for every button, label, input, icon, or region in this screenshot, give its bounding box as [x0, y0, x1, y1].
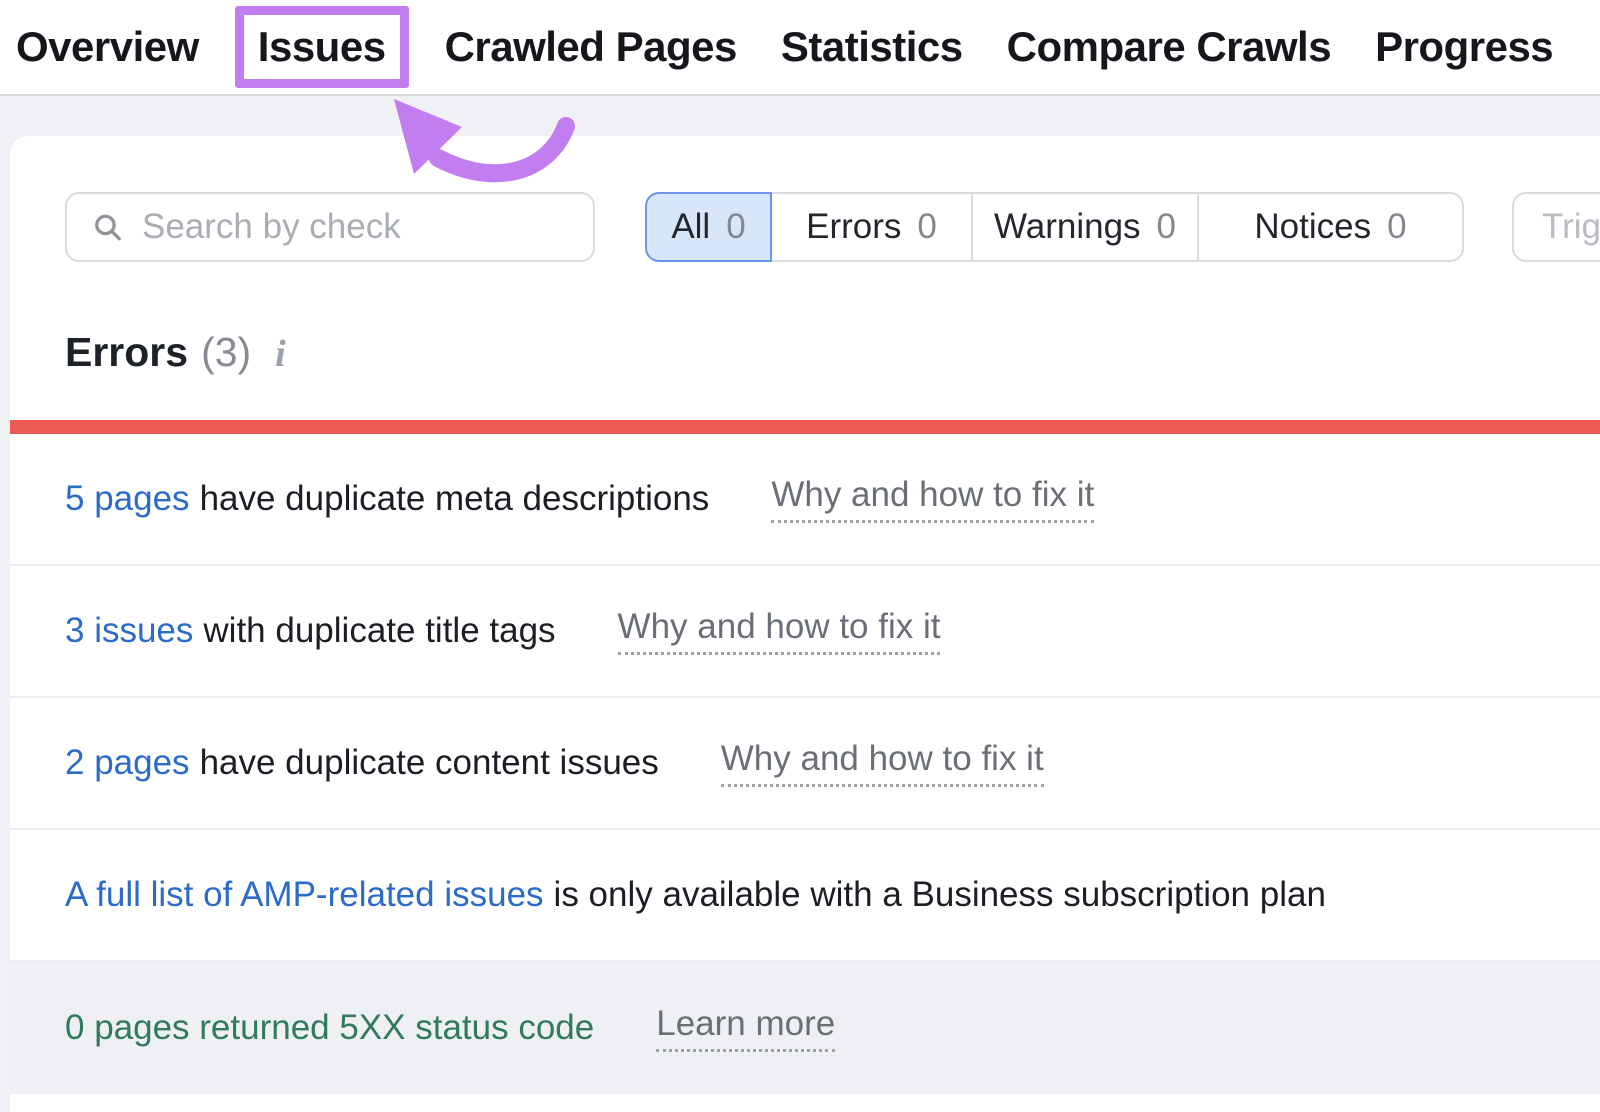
nav-item-progress[interactable]: Progress	[1375, 23, 1553, 71]
filter-segmented-control: All 0 Errors 0 Warnings 0 Notices 0	[645, 192, 1464, 262]
top-nav: Overview Issues Crawled Pages Statistics…	[0, 0, 1600, 96]
filter-errors[interactable]: Errors 0	[770, 192, 973, 262]
issue-description: have duplicate meta descriptions	[200, 479, 710, 519]
resolved-issue-link[interactable]: 0 pages returned 5XX status code	[65, 1008, 594, 1048]
nav-item-compare-crawls[interactable]: Compare Crawls	[1007, 23, 1331, 71]
search-box	[65, 192, 595, 262]
site-audit-issues-page: { "nav": { "items": [ { "label": "Overvi…	[0, 0, 1600, 1112]
why-how-fix-link[interactable]: Why and how to fix it	[721, 739, 1044, 787]
issue-pages-link[interactable]: 3 issues	[65, 611, 193, 651]
nav-item-issues[interactable]: Issues	[235, 6, 409, 88]
nav-item-statistics[interactable]: Statistics	[781, 23, 963, 71]
issues-list: 5 pages have duplicate meta descriptions…	[10, 434, 1600, 1094]
issue-description: with duplicate title tags	[203, 611, 555, 651]
triggers-button[interactable]: Trig	[1512, 192, 1600, 262]
issues-panel: All 0 Errors 0 Warnings 0 Notices 0 Trig…	[10, 136, 1600, 1112]
filter-all-count: 0	[726, 207, 745, 247]
amp-issues-link[interactable]: A full list of AMP-related issues	[65, 875, 544, 915]
filter-notices[interactable]: Notices 0	[1197, 192, 1464, 262]
issue-row-5xx-resolved: 0 pages returned 5XX status code Learn m…	[10, 962, 1600, 1094]
filter-all-label: All	[671, 207, 710, 247]
filter-notices-count: 0	[1387, 207, 1406, 247]
filter-errors-label: Errors	[806, 207, 901, 247]
error-severity-bar	[10, 420, 1600, 434]
learn-more-link[interactable]: Learn more	[656, 1004, 835, 1052]
issue-row-duplicate-titles: 3 issues with duplicate title tags Why a…	[10, 566, 1600, 698]
section-title: Errors	[65, 329, 188, 376]
filter-errors-count: 0	[917, 207, 936, 247]
why-how-fix-link[interactable]: Why and how to fix it	[771, 475, 1094, 523]
triggers-button-label: Trig	[1542, 207, 1600, 247]
errors-section-heading: Errors (3) i	[65, 329, 286, 376]
filter-all[interactable]: All 0	[645, 192, 772, 262]
filter-warnings-label: Warnings	[994, 207, 1141, 247]
why-how-fix-link[interactable]: Why and how to fix it	[618, 607, 941, 655]
filter-warnings[interactable]: Warnings 0	[971, 192, 1199, 262]
issue-pages-link[interactable]: 2 pages	[65, 743, 190, 783]
issue-pages-link[interactable]: 5 pages	[65, 479, 190, 519]
filter-warnings-count: 0	[1157, 207, 1176, 247]
nav-item-overview[interactable]: Overview	[16, 23, 199, 71]
search-icon	[91, 209, 124, 245]
nav-item-crawled-pages[interactable]: Crawled Pages	[445, 23, 737, 71]
issue-row-duplicate-meta: 5 pages have duplicate meta descriptions…	[10, 434, 1600, 566]
section-count: (3)	[201, 329, 251, 376]
filter-notices-label: Notices	[1254, 207, 1371, 247]
issue-row-duplicate-content: 2 pages have duplicate content issues Wh…	[10, 698, 1600, 830]
search-input[interactable]	[142, 194, 593, 260]
issue-description: is only available with a Business subscr…	[554, 875, 1326, 915]
issue-row-amp-upsell: A full list of AMP-related issues is onl…	[10, 830, 1600, 962]
info-icon[interactable]: i	[275, 332, 286, 376]
issue-description: have duplicate content issues	[200, 743, 659, 783]
